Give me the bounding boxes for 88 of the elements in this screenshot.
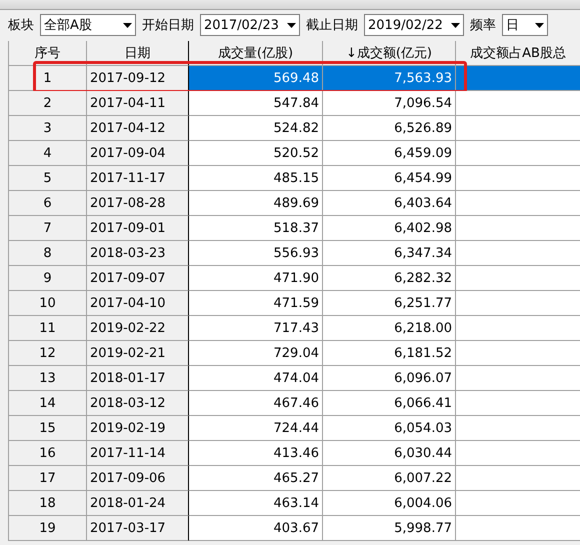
table-cell: 1 [9, 66, 87, 91]
dropdown-field[interactable]: 全部A股 [40, 14, 136, 36]
table-cell: 6,251.77 [323, 291, 456, 316]
table-cell: 467.46 [189, 391, 323, 416]
table-cell: 489.69 [189, 191, 323, 216]
table-cell: 6,282.32 [323, 266, 456, 291]
table-cell: 547.84 [189, 91, 323, 116]
table-cell: 6,402.98 [323, 216, 456, 241]
table-cell: 14 [9, 391, 87, 416]
table-cell: 569.48 [189, 66, 323, 91]
table-cell: 2017-04-11 [87, 91, 189, 116]
table-cell: 9 [9, 266, 87, 291]
table-cell: 2017-09-01 [87, 216, 189, 241]
table-cell: 12 [9, 341, 87, 366]
table-cell: 17 [9, 466, 87, 491]
table-cell: 471.90 [189, 266, 323, 291]
filter-label: 开始日期 [142, 17, 194, 34]
table-cell: 6,007.22 [323, 466, 456, 491]
table-cell: 6,403.64 [323, 191, 456, 216]
table-cell: 2017-04-10 [87, 291, 189, 316]
table-cell: 463.14 [189, 491, 323, 516]
table-cell: 520.52 [189, 141, 323, 166]
table-cell: 10 [9, 291, 87, 316]
table-cell: 5,998.77 [323, 516, 456, 541]
table-cell: 2018-01-17 [87, 366, 189, 391]
table-cell: 6,030.44 [323, 441, 456, 466]
table-cell: 18 [9, 491, 87, 516]
table-cell: 2017-03-17 [87, 516, 189, 541]
table-cell: 474.04 [189, 366, 323, 391]
table-cell: 403.67 [189, 516, 323, 541]
table-cell: 16 [9, 441, 87, 466]
table-cell: 6,066.41 [323, 391, 456, 416]
table-cell: 2017-09-04 [87, 141, 189, 166]
table-cell: 2019-02-19 [87, 416, 189, 441]
table-cell: 2017-11-14 [87, 441, 189, 466]
filter-label: 板块 [8, 17, 34, 34]
table-cell: 19 [9, 516, 87, 541]
table-cell: 3 [9, 116, 87, 141]
table-cell: 5 [9, 166, 87, 191]
filter-label: 频率 [470, 17, 496, 34]
table-cell: 518.37 [189, 216, 323, 241]
table-cell: 6,454.99 [323, 166, 456, 191]
caret-icon [287, 22, 296, 28]
table-cell: 6,459.09 [323, 141, 456, 166]
table-cell: 6 [9, 191, 87, 216]
table-cell: 6,218.00 [323, 316, 456, 341]
table-cell: 2017-09-06 [87, 466, 189, 491]
table-cell: 471.59 [189, 291, 323, 316]
dropdown-field[interactable]: 2019/02/22 [364, 14, 464, 36]
caret-icon [451, 22, 460, 28]
table-cell: 6,096.07 [323, 366, 456, 391]
table-cell: 2018-01-24 [87, 491, 189, 516]
table-cell: 6,347.34 [323, 241, 456, 266]
table-cell: 13 [9, 366, 87, 391]
table-cell: 7,096.54 [323, 91, 456, 116]
table-cell: 2018-03-12 [87, 391, 189, 416]
table-cell: 2017-08-28 [87, 191, 189, 216]
column-header[interactable]: 序号 [9, 41, 87, 66]
table-cell: 4 [9, 141, 87, 166]
table-cell: 6,004.06 [323, 491, 456, 516]
table-cell: 2018-03-23 [87, 241, 189, 266]
table-cell: 524.82 [189, 116, 323, 141]
table-cell: 11 [9, 316, 87, 341]
table-cell: 556.93 [189, 241, 323, 266]
table-cell: 2 [9, 91, 87, 116]
table-cell: 7 [9, 216, 87, 241]
table-cell: 7,563.93 [323, 66, 456, 91]
table-cell: 6,526.89 [323, 116, 456, 141]
table-cell: 2017-09-07 [87, 266, 189, 291]
table-cell: 8 [9, 241, 87, 266]
table-cell: 2017-04-12 [87, 116, 189, 141]
caret-icon [123, 22, 132, 28]
table-cell: 2019-02-22 [87, 316, 189, 341]
table-cell: 465.27 [189, 466, 323, 491]
table-cell: 729.04 [189, 341, 323, 366]
caret-icon [535, 22, 544, 28]
table-cell: 2019-02-21 [87, 341, 189, 366]
dropdown-field[interactable]: 日 [502, 14, 548, 36]
table-cell: 2017-11-17 [87, 166, 189, 191]
table-cell: 717.43 [189, 316, 323, 341]
table-cell: 413.46 [189, 441, 323, 466]
table-cell: 6,181.52 [323, 341, 456, 366]
dropdown-field[interactable]: 2017/02/23 [200, 14, 300, 36]
table-cell: 485.15 [189, 166, 323, 191]
filter-label: 截止日期 [306, 17, 358, 34]
table-cell: 724.44 [189, 416, 323, 441]
table-cell: 6,054.03 [323, 416, 456, 441]
table-cell: 15 [9, 416, 87, 441]
